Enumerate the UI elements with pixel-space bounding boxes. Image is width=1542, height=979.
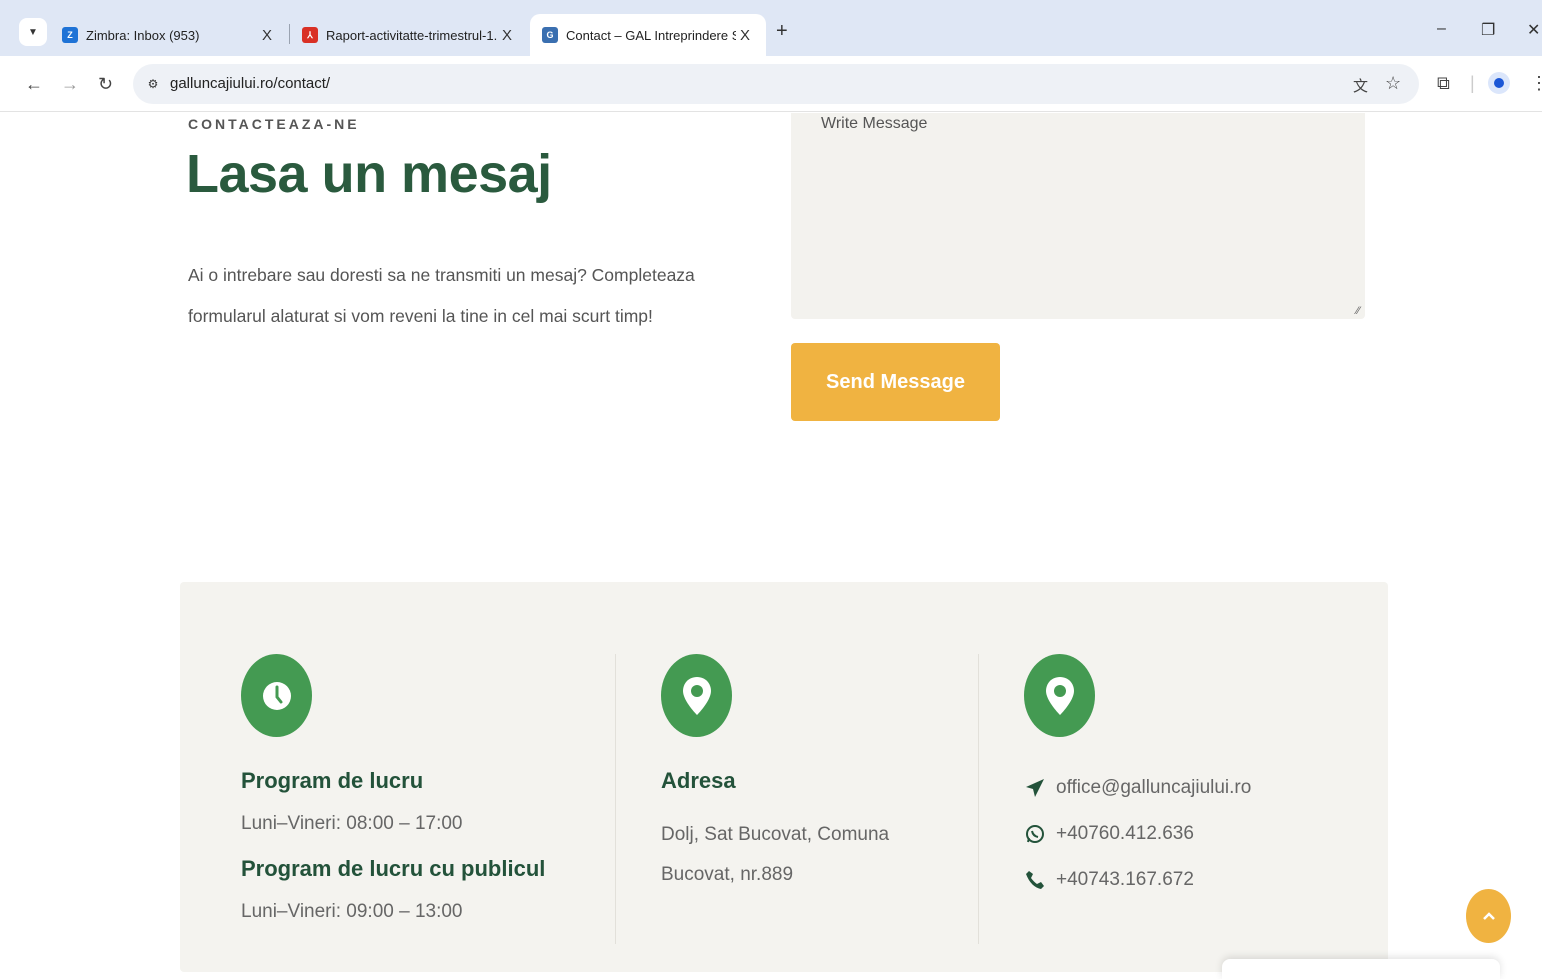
column-divider <box>978 654 979 944</box>
new-tab-button[interactable]: + <box>776 20 788 43</box>
message-placeholder: Write Message <box>821 115 928 132</box>
schedule-title: Program de lucru <box>241 768 424 793</box>
chat-widget-peek[interactable] <box>1222 959 1500 979</box>
address-line-1: Dolj, Sat Bucovat, Comuna <box>661 824 890 845</box>
whatsapp-icon <box>1024 823 1046 845</box>
browser-tab-strip: ▼ Z Zimbra: Inbox (953) X ⅄ Raport-activ… <box>0 0 1542 56</box>
contact-info-panel: Program de lucru Luni–Vineri: 08:00 – 17… <box>180 582 1388 972</box>
gal-favicon-icon: G <box>542 27 558 43</box>
send-message-button[interactable]: Send Message <box>791 343 1000 421</box>
resize-handle-icon[interactable]: ⁄⁄ <box>1356 305 1360 317</box>
forward-arrow-icon[interactable]: → <box>61 74 79 95</box>
address-title: Adresa <box>661 768 736 793</box>
url-text[interactable]: galluncajiului.ro/contact/ <box>170 75 330 92</box>
phone-icon <box>1024 869 1046 891</box>
page-viewport: CONTACTEAZA-NE Lasa un mesaj Ai o intreb… <box>0 113 1542 979</box>
public-schedule-title: Program de lucru cu publicul <box>241 856 546 881</box>
tab-title: Raport-activitatte-trimestrul-1.p <box>326 27 498 43</box>
address-bar[interactable]: ⚙ galluncajiului.ro/contact/ 文 ☆ <box>133 64 1419 104</box>
restore-window-button[interactable]: ❐ <box>1481 20 1495 40</box>
tab-raport-pdf[interactable]: ⅄ Raport-activitatte-trimestrul-1.p X <box>290 14 528 56</box>
pdf-favicon-icon: ⅄ <box>302 27 318 43</box>
minimize-window-button[interactable]: – <box>1437 20 1446 38</box>
whatsapp-number[interactable]: +40760.412.636 <box>1056 823 1194 845</box>
close-window-button[interactable]: ✕ <box>1527 20 1540 40</box>
page-title: Lasa un mesaj <box>186 144 552 204</box>
paper-plane-icon <box>1024 777 1046 799</box>
email-link[interactable]: office@galluncajiului.ro <box>1056 777 1251 799</box>
clock-icon <box>241 654 312 737</box>
email-row[interactable]: office@galluncajiului.ro <box>1024 777 1251 799</box>
address-line-2: Bucovat, nr.889 <box>661 864 794 885</box>
scroll-to-top-button[interactable] <box>1466 889 1511 943</box>
browser-toolbar: ← → ↻ ⚙ galluncajiului.ro/contact/ 文 ☆ ⧉… <box>0 56 1542 112</box>
reload-icon[interactable]: ↻ <box>98 74 113 95</box>
zimbra-favicon-icon: Z <box>62 27 78 43</box>
tab-search-dropdown-button[interactable]: ▼ <box>19 18 47 46</box>
toolbar-divider: | <box>1470 73 1475 93</box>
section-eyebrow: CONTACTEAZA-NE <box>188 116 360 132</box>
public-schedule-hours: Luni–Vineri: 09:00 – 13:00 <box>241 901 463 922</box>
bookmark-star-icon[interactable]: ☆ <box>1385 73 1401 94</box>
translate-icon[interactable]: 文 <box>1353 75 1368 96</box>
close-tab-icon[interactable]: X <box>258 27 276 44</box>
phone-row[interactable]: +40743.167.672 <box>1024 869 1194 891</box>
schedule-hours: Luni–Vineri: 08:00 – 17:00 <box>241 813 463 834</box>
intro-text: Ai o intrebare sau doresti sa ne transmi… <box>188 265 695 326</box>
profile-avatar-icon[interactable] <box>1488 72 1510 94</box>
whatsapp-row[interactable]: +40760.412.636 <box>1024 823 1194 845</box>
tab-contact-active[interactable]: G Contact – GAL Intreprindere Soc X <box>530 14 766 56</box>
site-settings-icon[interactable]: ⚙ <box>143 74 163 94</box>
chevron-up-icon <box>1482 912 1495 920</box>
column-divider <box>615 654 616 944</box>
close-tab-icon[interactable]: X <box>736 27 754 44</box>
extensions-puzzle-icon[interactable]: ⧉ <box>1437 73 1450 94</box>
map-pin-icon <box>1024 654 1095 737</box>
back-arrow-icon[interactable]: ← <box>25 74 43 95</box>
close-tab-icon[interactable]: X <box>498 27 516 44</box>
chevron-down-icon: ▼ <box>28 26 38 38</box>
map-pin-icon <box>661 654 732 737</box>
tab-title: Contact – GAL Intreprindere Soc <box>566 27 736 43</box>
phone-number[interactable]: +40743.167.672 <box>1056 869 1194 891</box>
kebab-menu-icon[interactable]: ⋮ <box>1530 73 1542 94</box>
message-textarea[interactable]: Write Message ⁄⁄ <box>791 113 1365 319</box>
tab-title: Zimbra: Inbox (953) <box>86 27 200 43</box>
tab-zimbra[interactable]: Z Zimbra: Inbox (953) X <box>50 14 288 56</box>
